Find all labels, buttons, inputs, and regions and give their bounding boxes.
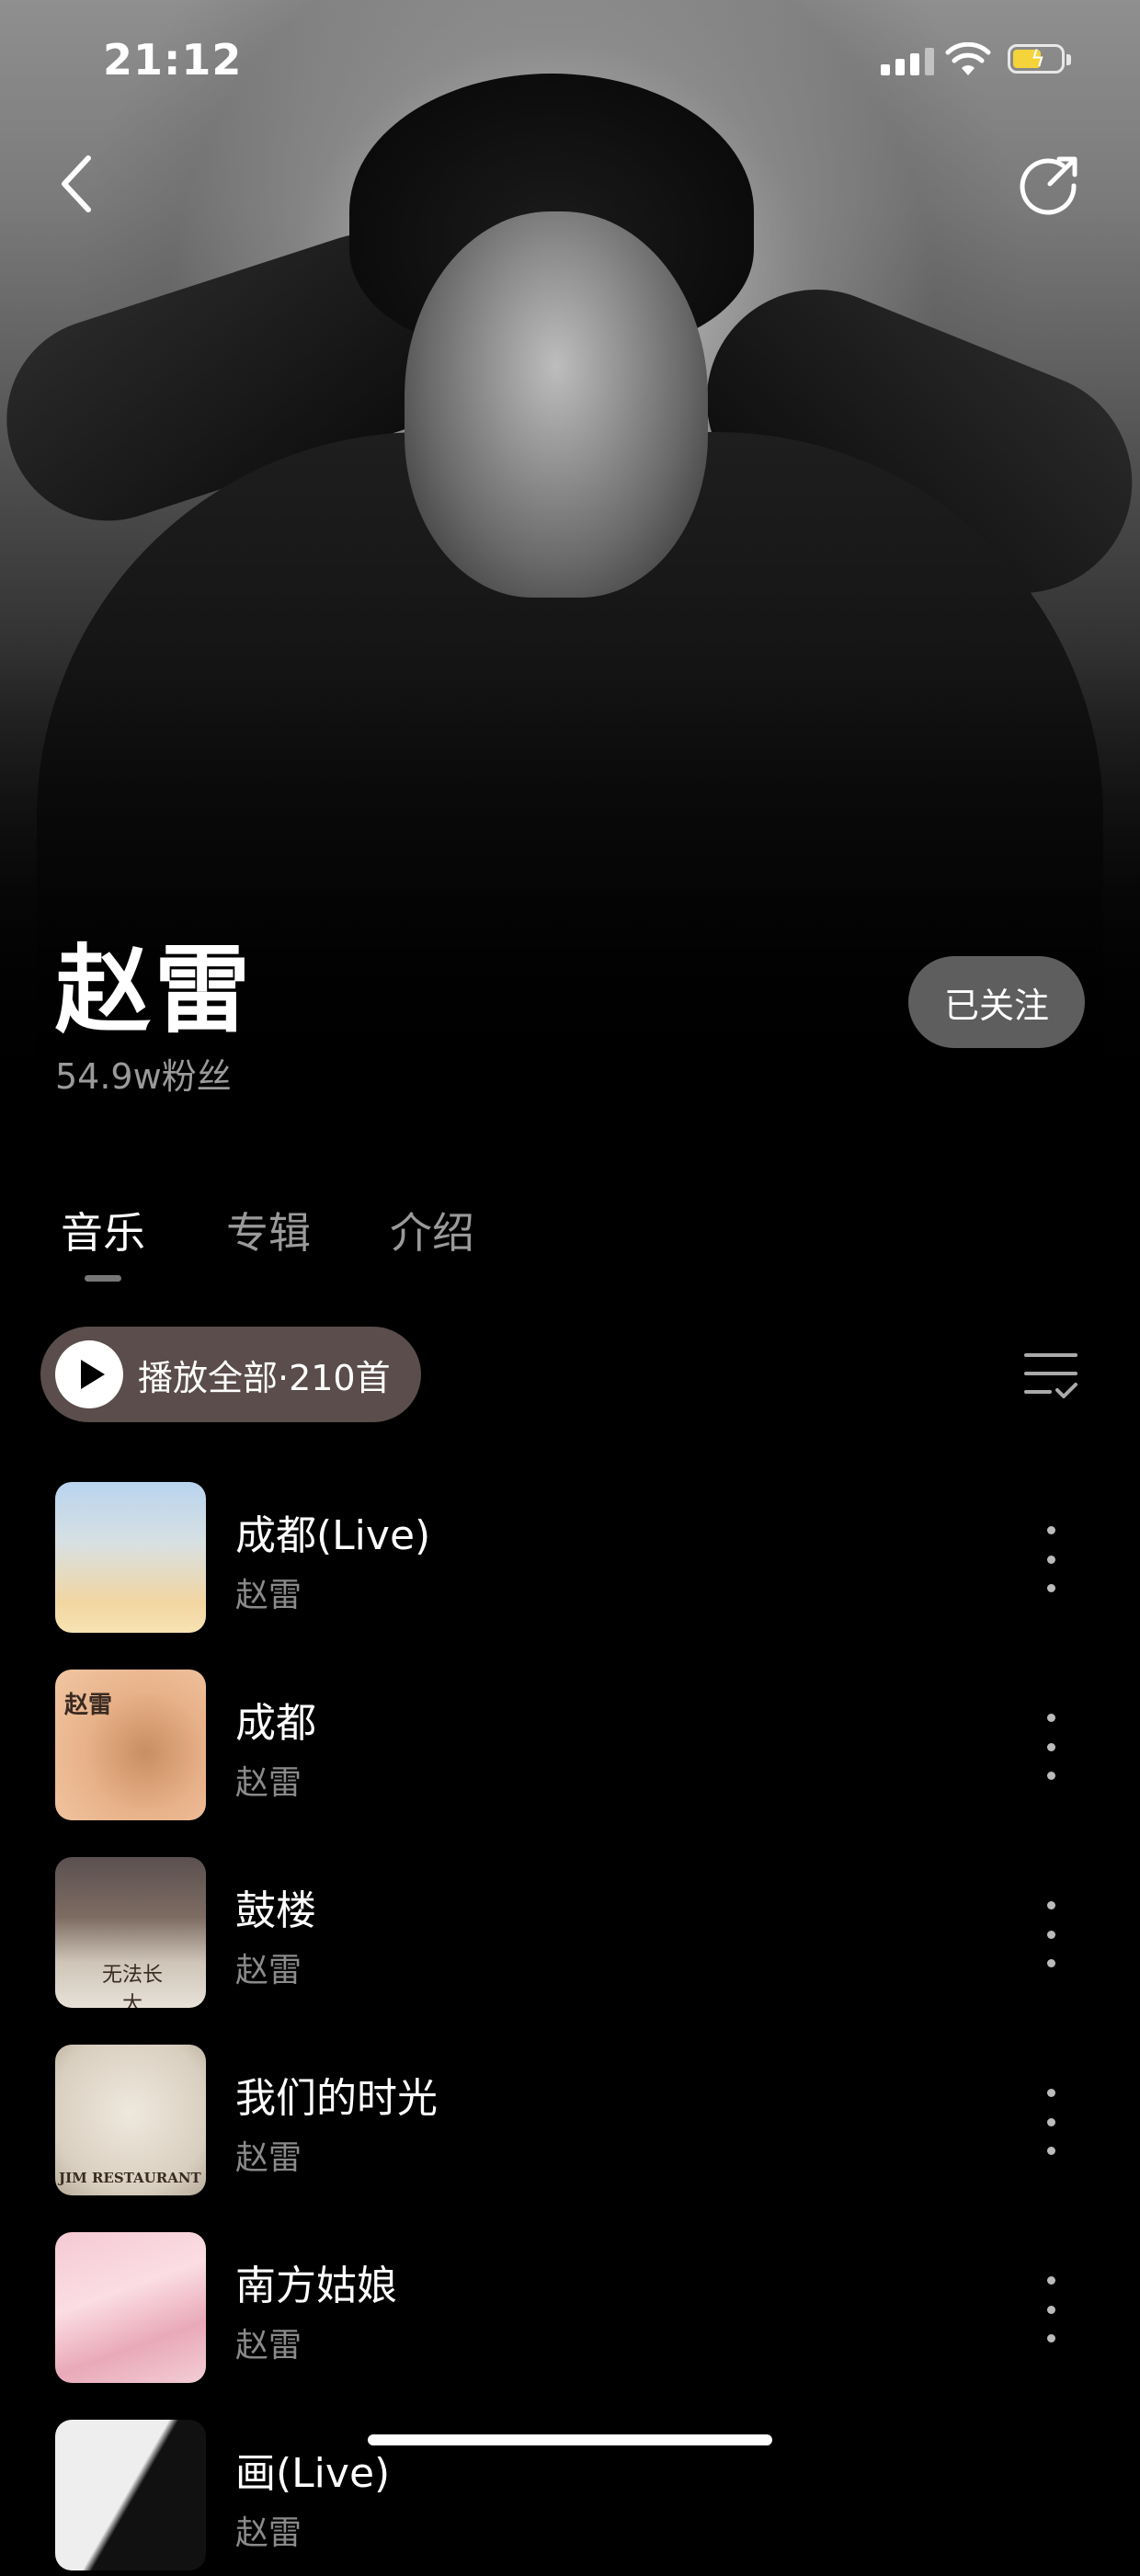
list-item[interactable]: 无法长大 鼓楼 赵雷 <box>0 1857 1140 2013</box>
album-cover <box>55 1482 206 1633</box>
play-all-label: 播放全部·210首 <box>138 1357 391 1398</box>
more-icon[interactable] <box>1044 2089 1057 2155</box>
song-title: 我们的时光 <box>235 2075 438 2122</box>
tab-albums[interactable]: 专辑 <box>226 1200 311 1260</box>
more-icon[interactable] <box>1044 1526 1057 1592</box>
song-artist: 赵雷 <box>235 1764 302 1802</box>
album-cover-text: 无法长大 <box>101 1964 163 2008</box>
more-icon[interactable] <box>1044 1901 1057 1967</box>
more-icon[interactable] <box>1044 2276 1057 2342</box>
song-artist: 赵雷 <box>235 2514 302 2552</box>
list-item[interactable]: 赵雷 成都 赵雷 <box>0 1670 1140 1826</box>
more-icon[interactable] <box>1044 1714 1057 1780</box>
status-time: 21:12 <box>103 35 243 85</box>
song-artist: 赵雷 <box>235 1952 302 1989</box>
chevron-left-icon[interactable] <box>51 147 107 221</box>
fans-count: 54.9w粉丝 <box>55 1056 232 1097</box>
list-item[interactable]: 南方姑娘 赵雷 <box>0 2232 1140 2388</box>
song-title: 成都(Live) <box>235 1512 431 1559</box>
tab-music[interactable]: 音乐 <box>61 1200 145 1260</box>
play-all-button[interactable]: 播放全部·210首 <box>40 1327 421 1422</box>
song-title: 南方姑娘 <box>235 2263 397 2309</box>
list-item[interactable]: 成都(Live) 赵雷 <box>0 1482 1140 1638</box>
album-cover: 赵雷 <box>55 1670 206 1820</box>
home-indicator[interactable] <box>368 2434 772 2445</box>
song-artist: 赵雷 <box>235 2139 302 2177</box>
wifi-icon <box>945 42 991 75</box>
signal-icon <box>881 48 934 75</box>
battery-icon: ϟ <box>1008 44 1071 74</box>
play-icon <box>55 1340 123 1408</box>
tab-active-indicator <box>85 1275 121 1282</box>
song-artist: 赵雷 <box>235 1577 302 1614</box>
share-icon[interactable] <box>1019 153 1081 215</box>
album-cover-text: 赵雷 <box>64 1692 113 1719</box>
album-cover: 无法长大 <box>55 1857 206 2008</box>
tab-bar: 音乐 专辑 介绍 <box>0 1200 1140 1292</box>
album-cover: JIM RESTAURANT <box>55 2045 206 2195</box>
song-artist: 赵雷 <box>235 2327 302 2365</box>
artist-name: 赵雷 <box>55 934 255 1046</box>
song-title: 画(Live) <box>235 2450 391 2497</box>
status-bar: 21:12 ϟ <box>0 0 1140 120</box>
song-title: 鼓楼 <box>235 1887 316 1934</box>
album-cover-text: JIM RESTAURANT <box>59 2170 201 2186</box>
tab-intro[interactable]: 介绍 <box>390 1200 474 1260</box>
follow-button[interactable]: 已关注 <box>908 956 1085 1048</box>
list-manage-icon[interactable] <box>1022 1348 1079 1403</box>
album-cover <box>55 2232 206 2383</box>
song-title: 成都 <box>235 1700 316 1747</box>
list-item[interactable]: JIM RESTAURANT 我们的时光 赵雷 <box>0 2045 1140 2201</box>
photo-face <box>405 211 708 598</box>
album-cover <box>55 2420 206 2570</box>
